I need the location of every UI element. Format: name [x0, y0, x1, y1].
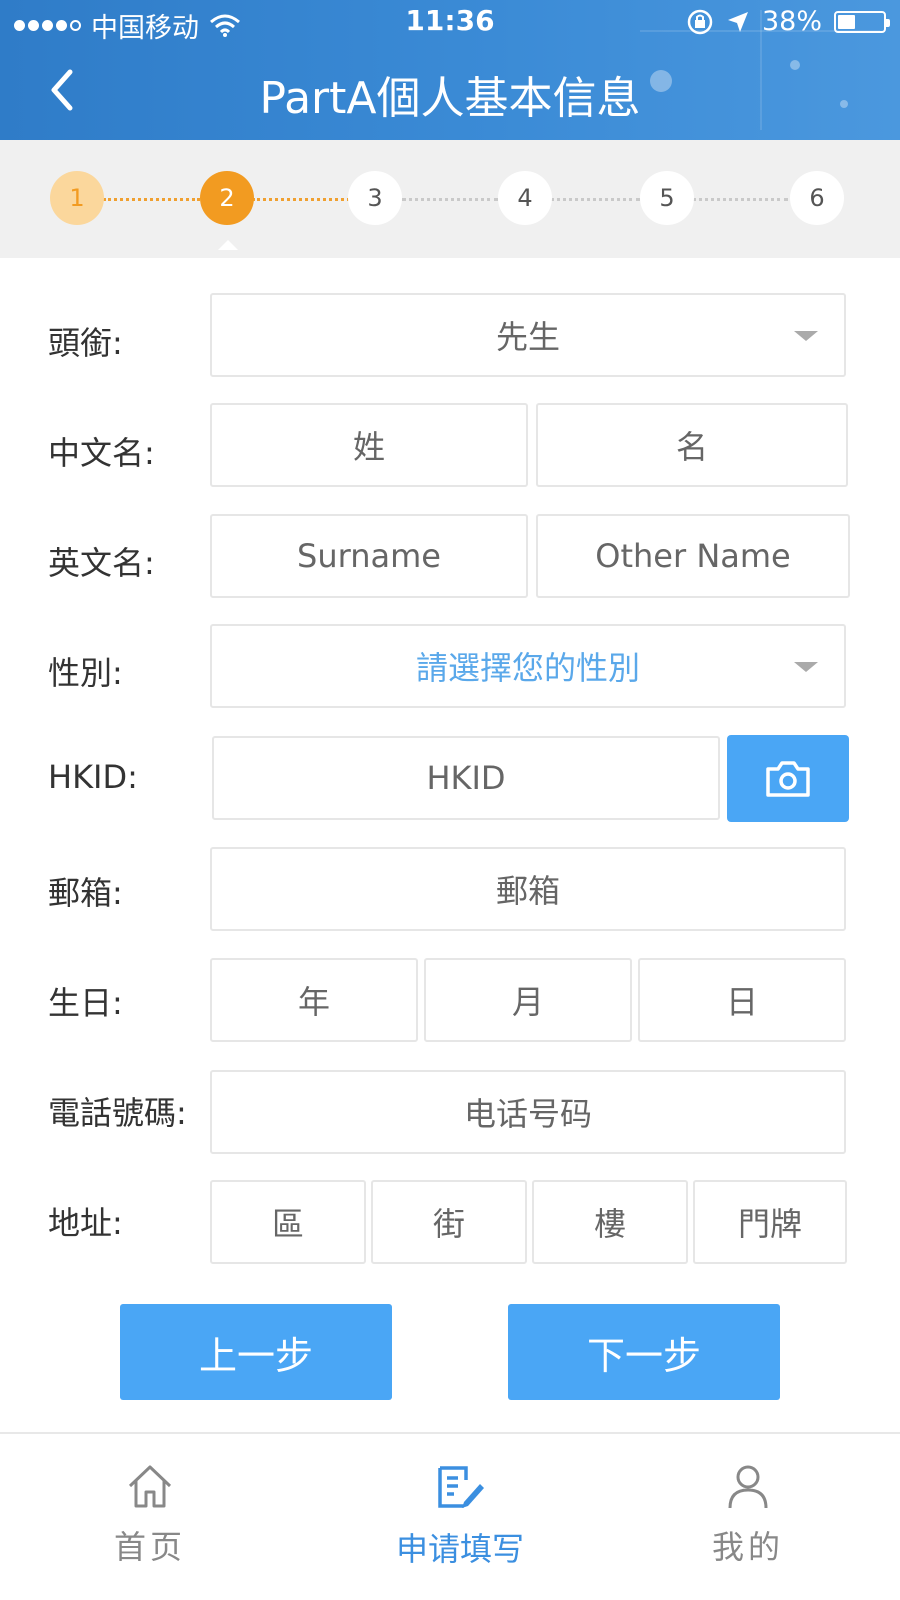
battery-icon — [834, 10, 890, 33]
title-label: 頭銜: — [48, 324, 123, 362]
placeholder: 月 — [511, 983, 544, 1021]
tab-home[interactable]: 首页 — [70, 1462, 230, 1568]
step-4: 4 — [498, 171, 552, 225]
chinese-name-label: 中文名: — [48, 434, 155, 472]
step-5: 5 — [640, 171, 694, 225]
step-3: 3 — [348, 171, 402, 225]
english-surname-input[interactable]: Surname — [210, 514, 528, 598]
gender-select[interactable]: 請選擇您的性別 — [210, 624, 846, 708]
gender-placeholder: 請選擇您的性別 — [415, 649, 640, 687]
placeholder: 姓 — [352, 428, 385, 466]
tab-home-label: 首页 — [113, 1528, 186, 1566]
status-right: 38% — [686, 6, 890, 37]
rotation-lock-icon — [687, 9, 713, 34]
hkid-input[interactable]: HKID — [212, 736, 720, 820]
user-icon — [728, 1465, 768, 1509]
chevron-down-icon — [794, 331, 818, 341]
placeholder: 日 — [725, 983, 758, 1021]
placeholder: Surname — [297, 537, 441, 575]
english-name-label: 英文名: — [48, 544, 155, 582]
gender-label: 性別: — [48, 654, 123, 692]
step-2: 2 — [200, 171, 254, 225]
placeholder: 电话号码 — [463, 1095, 592, 1133]
chevron-down-icon — [794, 662, 818, 672]
battery-percent: 38% — [761, 6, 822, 37]
chinese-surname-input[interactable]: 姓 — [210, 403, 528, 487]
step-connector — [550, 198, 640, 201]
chinese-given-name-input[interactable]: 名 — [536, 403, 848, 487]
placeholder: Other Name — [595, 537, 791, 575]
english-other-name-input[interactable]: Other Name — [536, 514, 850, 598]
placeholder: 名 — [675, 428, 708, 466]
tab-mine[interactable]: 我的 — [668, 1462, 828, 1568]
status-bar: 中国移动 11:36 38% — [0, 0, 900, 44]
tab-apply-label: 申请填写 — [395, 1530, 524, 1568]
camera-icon — [766, 760, 810, 797]
address-label: 地址: — [48, 1204, 123, 1242]
home-icon — [128, 1465, 172, 1508]
edit-form-icon — [438, 1466, 484, 1508]
next-step-button[interactable]: 下一步 — [508, 1304, 780, 1400]
bottom-tab-bar: 首页 申请填写 我的 — [0, 1432, 900, 1600]
battery-level — [838, 14, 855, 29]
tab-apply[interactable]: 申请填写 — [380, 1462, 540, 1570]
step-connector — [252, 198, 350, 201]
step-1: 1 — [50, 171, 104, 225]
prev-step-button[interactable]: 上一步 — [120, 1304, 392, 1400]
step-6: 6 — [790, 171, 844, 225]
step-pointer — [218, 240, 238, 250]
birthday-month-select[interactable]: 月 — [424, 958, 632, 1042]
location-icon — [727, 11, 748, 32]
address-floor-input[interactable]: 樓 — [532, 1180, 688, 1264]
placeholder: 門牌 — [737, 1205, 802, 1243]
address-number-input[interactable]: 門牌 — [693, 1180, 847, 1264]
hkid-label: HKID: — [48, 758, 138, 796]
placeholder: HKID — [426, 759, 506, 797]
app-header: 中国移动 11:36 38% PartA個人基本信息 — [0, 0, 900, 140]
scan-hkid-button[interactable] — [727, 735, 849, 822]
birthday-label: 生日: — [48, 984, 123, 1022]
step-connector — [103, 198, 200, 201]
phone-label: 電話號碼: — [48, 1094, 187, 1132]
placeholder: 區 — [271, 1205, 304, 1243]
placeholder: 街 — [432, 1205, 465, 1243]
placeholder: 年 — [297, 983, 330, 1021]
birthday-year-select[interactable]: 年 — [210, 958, 418, 1042]
step-connector — [692, 198, 788, 201]
email-input[interactable]: 郵箱 — [210, 847, 846, 931]
address-street-input[interactable]: 街 — [371, 1180, 527, 1264]
step-connector — [402, 198, 498, 201]
phone-input[interactable]: 电话号码 — [210, 1070, 846, 1154]
address-district-input[interactable]: 區 — [210, 1180, 366, 1264]
placeholder: 樓 — [593, 1205, 626, 1243]
email-label: 郵箱: — [48, 874, 123, 912]
placeholder: 郵箱 — [495, 872, 560, 910]
step-indicator: 1 2 3 4 5 6 — [0, 140, 900, 258]
tab-mine-label: 我的 — [711, 1528, 784, 1566]
title-select[interactable]: 先生 — [210, 293, 846, 377]
birthday-day-select[interactable]: 日 — [638, 958, 846, 1042]
title-value: 先生 — [495, 318, 560, 356]
page-title: PartA個人基本信息 — [259, 73, 641, 124]
